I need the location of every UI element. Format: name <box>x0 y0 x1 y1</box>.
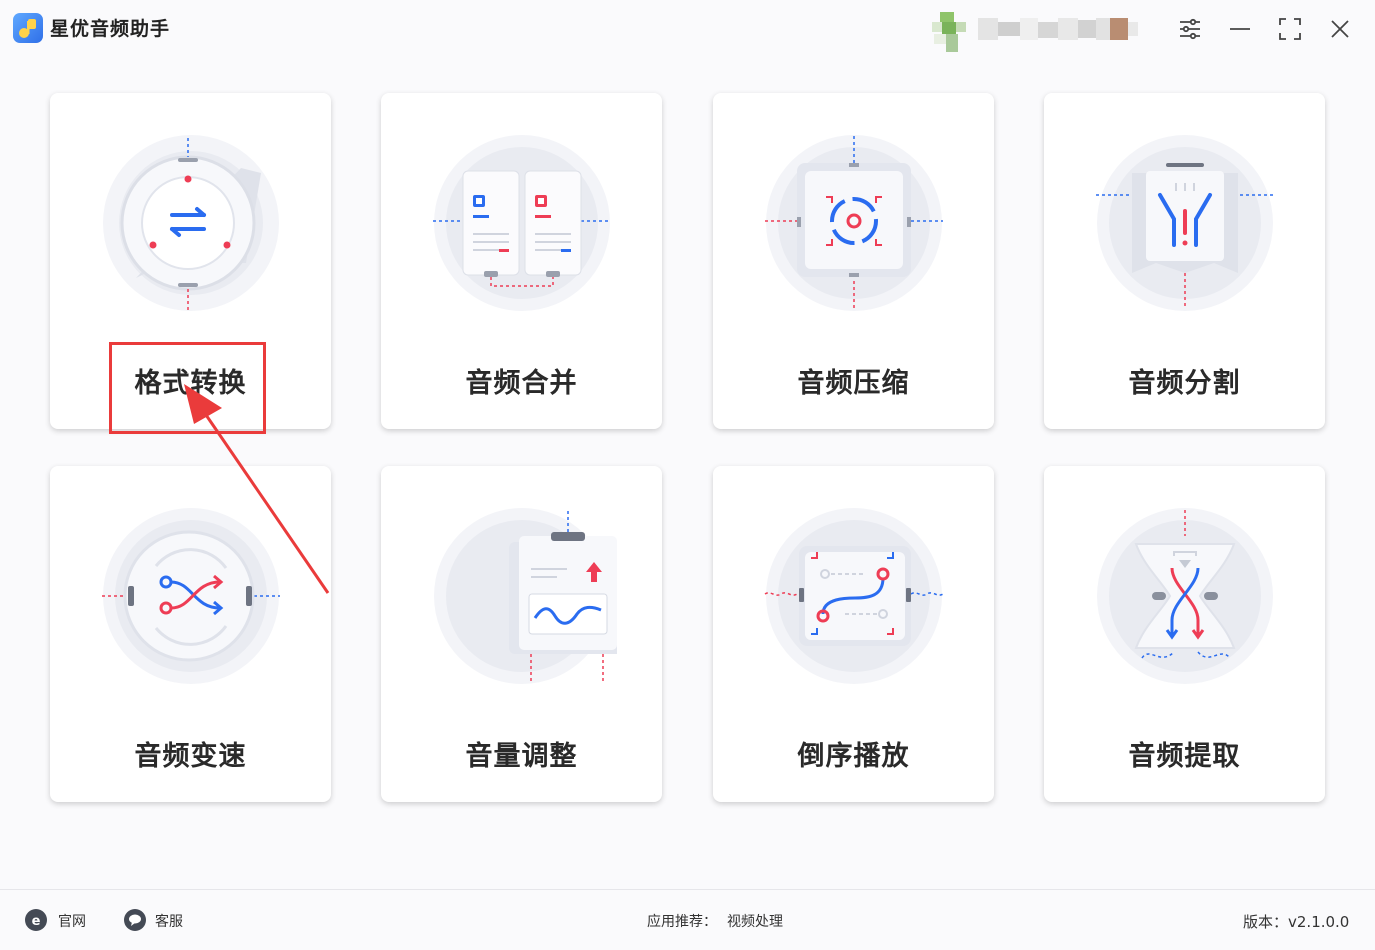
card-label: 音频合并 <box>465 368 578 399</box>
app-logo-icon <box>13 13 43 43</box>
minimize-button[interactable] <box>1227 16 1253 42</box>
user-name-blurred <box>978 18 1148 40</box>
support-button[interactable] <box>124 909 146 931</box>
close-button[interactable] <box>1327 16 1353 42</box>
title-bar: 星优音频助手 <box>0 0 1375 58</box>
support-link[interactable]: 客服 <box>155 911 183 931</box>
format-convert-icon <box>96 133 286 313</box>
user-avatar[interactable] <box>932 12 968 52</box>
settings-sliders-button[interactable] <box>1177 16 1203 42</box>
minimize-icon <box>1230 28 1250 30</box>
card-reverse-play[interactable]: 倒序播放 <box>713 466 994 802</box>
card-label: 倒序播放 <box>797 741 910 772</box>
audio-merge-icon <box>427 133 617 313</box>
recommend-link[interactable]: 视频处理 <box>727 911 783 931</box>
chat-bubble-icon <box>129 914 141 926</box>
audio-extract-icon <box>1090 506 1280 686</box>
card-label: 音频变速 <box>134 741 247 772</box>
audio-split-icon <box>1090 133 1280 313</box>
reverse-play-icon <box>759 506 949 686</box>
card-audio-compress[interactable]: 音频压缩 <box>713 93 994 429</box>
annotation-arrow-icon <box>184 384 330 594</box>
maximize-icon <box>1279 18 1301 40</box>
volume-adjust-icon <box>427 506 627 686</box>
card-label: 音频提取 <box>1128 741 1241 772</box>
card-audio-extract[interactable]: 音频提取 <box>1044 466 1325 802</box>
card-label: 音频压缩 <box>797 368 910 399</box>
website-button[interactable]: e <box>25 909 47 931</box>
sliders-icon <box>1180 18 1200 40</box>
card-audio-merge[interactable]: 音频合并 <box>381 93 662 429</box>
version-label: 版本：v2.1.0.0 <box>1243 913 1350 931</box>
app-title: 星优音频助手 <box>50 18 171 40</box>
ie-globe-icon: e <box>32 914 41 929</box>
card-audio-split[interactable]: 音频分割 <box>1044 93 1325 429</box>
status-bar: e 官网 客服 应用推荐： 视频处理 版本：v2.1.0.0 <box>0 889 1375 950</box>
website-link[interactable]: 官网 <box>58 911 86 931</box>
card-label: 音量调整 <box>465 741 578 772</box>
card-volume-adjust[interactable]: 音量调整 <box>381 466 662 802</box>
close-icon <box>1331 20 1349 38</box>
recommend-label: 应用推荐： <box>647 914 717 930</box>
card-label: 音频分割 <box>1128 368 1241 399</box>
svg-text:e: e <box>32 914 41 929</box>
audio-compress-icon <box>759 133 949 313</box>
maximize-button[interactable] <box>1277 16 1303 42</box>
